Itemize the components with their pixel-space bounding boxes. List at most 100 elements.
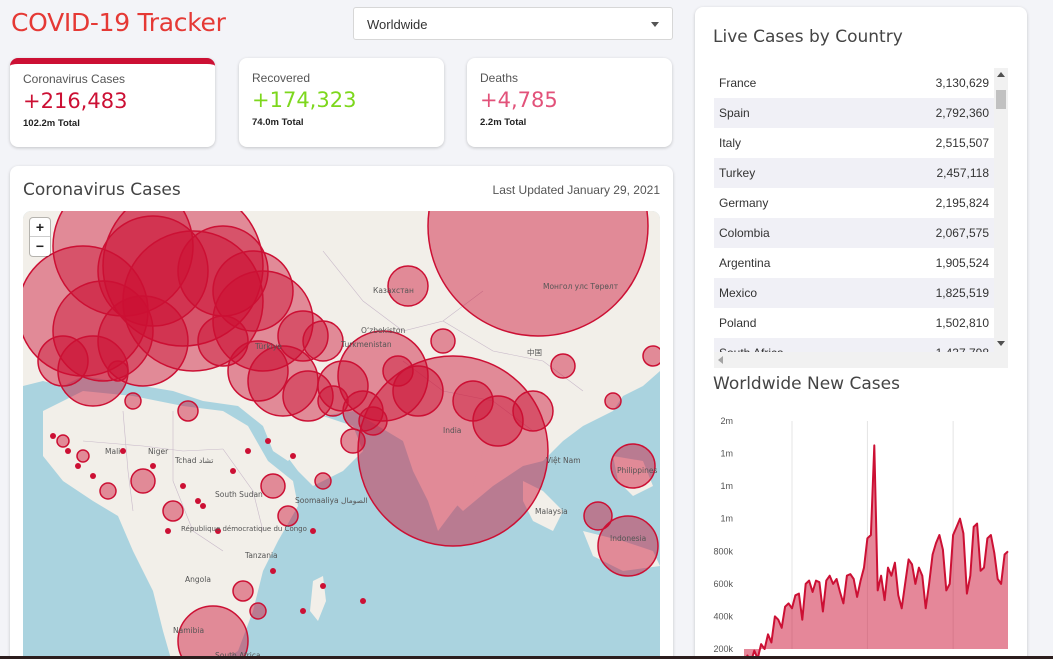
country-name: France bbox=[719, 76, 757, 90]
country-cases: 2,457,118 bbox=[936, 166, 990, 180]
country-name: Poland bbox=[719, 316, 757, 330]
case-circle[interactable] bbox=[99, 482, 117, 500]
map-label: Angola bbox=[185, 575, 211, 584]
country-cases: 2,195,824 bbox=[935, 196, 989, 210]
case-circle[interactable] bbox=[392, 365, 444, 417]
case-dot[interactable] bbox=[265, 438, 271, 444]
case-circle[interactable] bbox=[37, 335, 89, 387]
case-dot[interactable] bbox=[120, 448, 126, 454]
case-dot[interactable] bbox=[180, 483, 186, 489]
country-cases: 2,067,575 bbox=[935, 226, 989, 240]
country-name: Germany bbox=[719, 196, 769, 210]
case-circle[interactable] bbox=[430, 328, 456, 354]
case-circle[interactable] bbox=[340, 428, 366, 454]
map-label: India bbox=[443, 426, 461, 435]
map-label: Oʻzbekiston bbox=[361, 326, 405, 335]
case-circle[interactable] bbox=[124, 392, 142, 410]
country-name: Italy bbox=[719, 136, 742, 150]
country-name: Turkey bbox=[719, 166, 756, 180]
scroll-down-icon[interactable] bbox=[997, 341, 1005, 346]
map-label: Namibia bbox=[173, 626, 204, 635]
country-table[interactable]: France 3,130,629 Spain 2,792,360 Italy 2,515,… bbox=[714, 68, 1009, 368]
new-cases-chart: 2m1m1m1m800k600k400k200kNov 2020Dec 2020… bbox=[713, 416, 1009, 657]
country-row: Italy 2,515,507 bbox=[714, 128, 994, 158]
case-circle[interactable] bbox=[358, 406, 388, 436]
land-madagascar bbox=[310, 576, 326, 621]
map-label: 中国 bbox=[527, 347, 542, 357]
case-circle[interactable] bbox=[512, 390, 554, 432]
case-circle[interactable] bbox=[162, 500, 184, 522]
map-label: Монгол улс Төрөлт bbox=[543, 282, 619, 291]
horizontal-scrollbar[interactable] bbox=[714, 352, 994, 368]
country-select[interactable]: Worldwide bbox=[353, 7, 673, 40]
map-panel: Coronavirus Cases Last Updated January 2… bbox=[10, 166, 673, 659]
country-row: Poland 1,502,810 bbox=[714, 308, 994, 338]
case-circle[interactable] bbox=[642, 345, 660, 367]
country-row: Colombia 2,067,575 bbox=[714, 218, 994, 248]
case-dot[interactable] bbox=[165, 528, 171, 534]
deaths-stat-card[interactable]: Deaths +4,785 2.2m Total bbox=[467, 58, 672, 147]
case-dot[interactable] bbox=[245, 448, 251, 454]
y-tick-label: 400k bbox=[713, 611, 733, 621]
case-circle[interactable] bbox=[357, 355, 549, 547]
case-dot[interactable] bbox=[195, 498, 201, 504]
case-dot[interactable] bbox=[360, 598, 366, 604]
recovered-stat-card[interactable]: Recovered +174,323 74.0m Total bbox=[239, 58, 444, 147]
map-label: Tanzania bbox=[244, 551, 278, 560]
case-dot[interactable] bbox=[75, 463, 81, 469]
case-circle[interactable] bbox=[232, 580, 254, 602]
y-tick-label: 1m bbox=[720, 449, 733, 459]
scroll-up-icon[interactable] bbox=[997, 72, 1005, 77]
case-circle[interactable] bbox=[177, 400, 199, 422]
case-circle[interactable] bbox=[107, 360, 129, 382]
case-circle[interactable] bbox=[597, 515, 659, 577]
case-dot[interactable] bbox=[65, 448, 71, 454]
case-circle[interactable] bbox=[249, 602, 267, 620]
map-label: Soomaaliya الصومال bbox=[295, 496, 368, 505]
country-cases: 1,905,524 bbox=[935, 256, 989, 270]
map-label: Malaysia bbox=[535, 507, 568, 516]
case-circle[interactable] bbox=[604, 392, 622, 410]
deaths-total: 2.2m Total bbox=[480, 117, 527, 128]
country-row: Mexico 1,825,519 bbox=[714, 278, 994, 308]
case-circle[interactable] bbox=[314, 472, 332, 490]
deaths-label: Deaths bbox=[480, 71, 519, 85]
zoom-in-button[interactable]: + bbox=[30, 218, 50, 237]
case-circle[interactable] bbox=[277, 505, 299, 527]
case-circle[interactable] bbox=[260, 473, 286, 499]
map-canvas[interactable]: Казахстан Монгол улс Төрөлт Oʻzbekiston … bbox=[23, 211, 660, 659]
case-dot[interactable] bbox=[290, 453, 296, 459]
zoom-out-button[interactable]: − bbox=[30, 237, 50, 256]
case-dot[interactable] bbox=[310, 528, 316, 534]
case-circle[interactable] bbox=[550, 353, 576, 379]
cases-total: 102.2m Total bbox=[23, 118, 80, 129]
case-circle[interactable] bbox=[317, 385, 349, 417]
case-dot[interactable] bbox=[300, 608, 306, 614]
case-circle[interactable] bbox=[302, 320, 344, 362]
map-label: Việt Nam bbox=[546, 456, 581, 465]
case-circle[interactable] bbox=[56, 434, 70, 448]
map-label: Niger bbox=[148, 447, 169, 456]
scroll-left-icon[interactable] bbox=[718, 356, 723, 364]
case-dot[interactable] bbox=[270, 568, 276, 574]
case-dot[interactable] bbox=[50, 433, 56, 439]
case-dot[interactable] bbox=[150, 463, 156, 469]
world-map[interactable]: Казахстан Монгол улс Төрөлт Oʻzbekiston … bbox=[23, 211, 660, 659]
recovered-label: Recovered bbox=[252, 71, 311, 85]
cases-stat-card[interactable]: Coronavirus Cases +216,483 102.2m Total bbox=[10, 58, 215, 147]
case-circle[interactable] bbox=[76, 449, 90, 463]
case-circle[interactable] bbox=[130, 468, 156, 494]
case-dot[interactable] bbox=[230, 468, 236, 474]
map-label: Казахстан bbox=[373, 286, 414, 295]
country-cases: 1,825,519 bbox=[935, 286, 989, 300]
zoom-control: + − bbox=[30, 218, 50, 256]
case-dot[interactable] bbox=[90, 473, 96, 479]
last-updated: Last Updated January 29, 2021 bbox=[492, 183, 660, 197]
vertical-scrollbar[interactable] bbox=[994, 68, 1008, 368]
scroll-thumb[interactable] bbox=[996, 90, 1006, 109]
case-dot[interactable] bbox=[320, 583, 326, 589]
case-dot[interactable] bbox=[200, 503, 206, 509]
y-tick-label: 800k bbox=[713, 546, 733, 556]
map-label: Tchad تشاد bbox=[174, 456, 213, 465]
map-title: Coronavirus Cases bbox=[23, 180, 181, 200]
